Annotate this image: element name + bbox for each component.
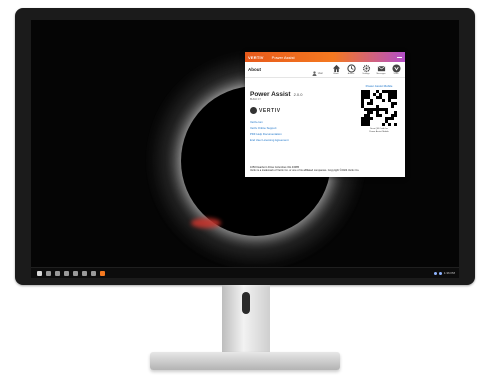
taskbar: 1:36 PM bbox=[31, 267, 459, 278]
desktop-screen: VERTIV Power Assist About User Home Acti… bbox=[31, 20, 459, 278]
settings-button[interactable]: Settings bbox=[360, 64, 372, 76]
link-eula[interactable]: End User Licensing Agreement bbox=[250, 138, 400, 142]
home-button[interactable]: Home bbox=[330, 64, 342, 76]
clock-icon bbox=[346, 63, 356, 73]
cable-hole bbox=[242, 292, 250, 314]
minimize-button[interactable] bbox=[397, 56, 402, 58]
vertiv-mark-icon bbox=[250, 107, 257, 114]
qr-panel: Power Assist Mobile Scan QR Code for Pow… bbox=[359, 84, 399, 134]
file-explorer-icon[interactable] bbox=[64, 270, 69, 276]
browser-icon[interactable] bbox=[82, 270, 87, 276]
user-icon bbox=[312, 70, 317, 76]
user-button[interactable]: User bbox=[312, 70, 323, 76]
power-assist-window[interactable]: VERTIV Power Assist About User Home Acti… bbox=[245, 52, 405, 177]
power-assist-taskbar-icon[interactable] bbox=[100, 270, 105, 276]
brand-logo: VERTIV bbox=[248, 54, 264, 60]
store-icon[interactable] bbox=[91, 270, 96, 276]
footer-text: 1050 Dearborn Drive Columbus OH 43085 Ve… bbox=[250, 166, 359, 173]
qr-code bbox=[361, 90, 397, 126]
vertiv-wordmark: VERTIV bbox=[259, 107, 281, 114]
window-title: Power Assist bbox=[271, 54, 295, 60]
volume-icon[interactable] bbox=[438, 271, 442, 275]
app-version: 2.0.0 bbox=[293, 92, 303, 97]
actions-button[interactable]: Actions bbox=[345, 63, 357, 76]
qr-caption-2: Power Assist Mobile bbox=[369, 131, 389, 133]
qr-title: Power Assist Mobile bbox=[365, 84, 393, 88]
page-title: About bbox=[248, 67, 261, 72]
monitor-stand-base bbox=[150, 352, 340, 370]
about-content: Power Assist 2.0.0 BUILD 47 VERTIV Vertiv… bbox=[245, 78, 405, 179]
start-icon[interactable] bbox=[37, 270, 42, 276]
clock[interactable]: 1:36 PM bbox=[444, 271, 455, 275]
search-icon[interactable] bbox=[46, 270, 51, 276]
task-view-icon[interactable] bbox=[55, 270, 60, 276]
system-tray: 1:36 PM bbox=[433, 271, 455, 275]
qr-module bbox=[394, 123, 397, 126]
home-icon bbox=[332, 64, 340, 72]
window-titlebar[interactable]: VERTIV Power Assist bbox=[245, 52, 405, 62]
messages-label: Messages bbox=[376, 72, 386, 75]
messages-button[interactable]: Messages bbox=[375, 64, 387, 76]
mail-icon bbox=[377, 65, 385, 71]
actions-label: Actions bbox=[347, 72, 355, 75]
vertiv-button[interactable]: Vertiv bbox=[390, 63, 402, 76]
vertiv-logo-icon bbox=[391, 63, 401, 73]
home-label: Home bbox=[333, 72, 339, 75]
app-icon[interactable] bbox=[73, 270, 78, 276]
footer-copyright: Vertiv is a trademark of Vertiv Co. or o… bbox=[250, 169, 360, 173]
user-label: User bbox=[317, 71, 323, 75]
app-name: Power Assist bbox=[250, 91, 291, 98]
monitor-bezel: VERTIV Power Assist About User Home Acti… bbox=[15, 8, 475, 285]
network-icon[interactable] bbox=[433, 271, 437, 275]
gear-icon bbox=[362, 64, 370, 72]
settings-label: Settings bbox=[362, 72, 370, 75]
solar-flare bbox=[191, 218, 221, 228]
app-toolbar: About User Home Actions Settings Message… bbox=[245, 62, 405, 78]
vertiv-label: Vertiv bbox=[393, 72, 399, 75]
